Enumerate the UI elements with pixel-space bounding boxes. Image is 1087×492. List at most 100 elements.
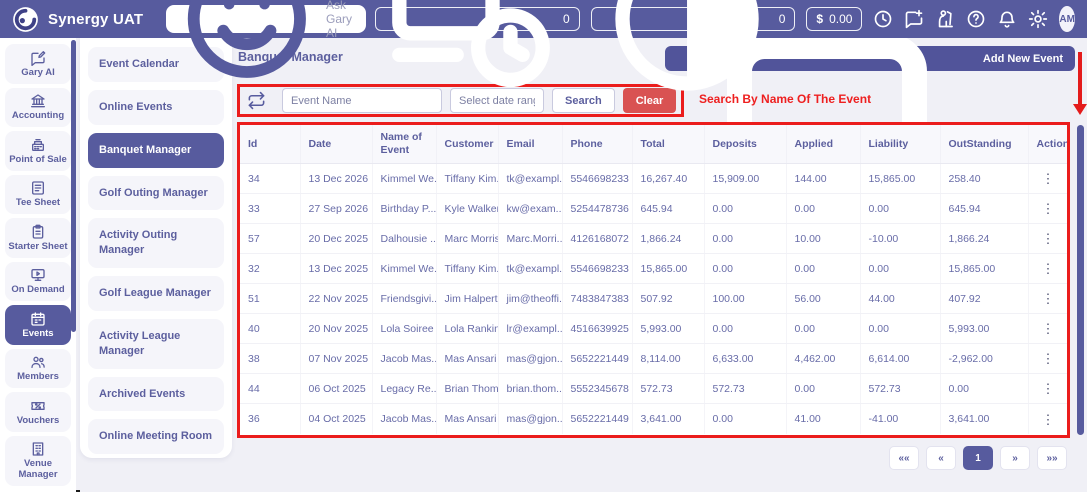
table-row[interactable]: 3213 Dec 2025Kimmel We...Tiffany Kim...t…: [240, 254, 1067, 284]
page-last-button[interactable]: »»: [1037, 446, 1067, 470]
user-avatar[interactable]: AM: [1059, 6, 1075, 32]
table-cell: 407.92: [940, 284, 1028, 314]
page-prev-button[interactable]: «: [926, 446, 956, 470]
table-cell: Mas Ansari: [436, 344, 498, 374]
orders-count-badge[interactable]: 0: [375, 7, 580, 31]
submenu-item-golf-outing-manager[interactable]: Golf Outing Manager: [88, 176, 224, 211]
table-cell: 0.00: [786, 374, 860, 404]
table-scrollbar[interactable]: [1077, 125, 1084, 435]
row-actions-button[interactable]: ⋮: [1037, 411, 1060, 428]
clock-icon[interactable]: [873, 9, 893, 29]
sidebar-item-venue-manager[interactable]: Venue Manager: [5, 436, 71, 486]
sidebar-item-gary-ai[interactable]: Gary AI: [5, 44, 71, 84]
table-row[interactable]: 4406 Oct 2025Legacy Re...Brian Thom...br…: [240, 374, 1067, 404]
cash-total-badge[interactable]: $ 0.00: [806, 7, 862, 31]
sidebar-item-tee-sheet[interactable]: Tee Sheet: [5, 175, 71, 215]
page-first-button[interactable]: ««: [889, 446, 919, 470]
table-cell: 5,993.00: [632, 314, 704, 344]
half-circle-icon: [601, 0, 773, 105]
sidebar-item-label: Point of Sale: [9, 155, 67, 166]
table-cell: 13 Dec 2025: [300, 254, 372, 284]
sidebar-item-accounting[interactable]: Accounting: [5, 88, 71, 128]
page-number-button[interactable]: 1: [963, 446, 993, 470]
table-cell-action: ⋮: [1028, 404, 1067, 434]
row-actions-button[interactable]: ⋮: [1037, 350, 1060, 367]
table-cell: -2,962.00: [940, 344, 1028, 374]
table-cell: 20 Dec 2025: [300, 224, 372, 254]
table-cell: tk@exampl...: [498, 254, 562, 284]
table-cell: 3,641.00: [632, 404, 704, 434]
table-cell: Kimmel We...: [372, 164, 436, 194]
table-row[interactable]: 3807 Nov 2025Jacob Mas...Mas Ansarimas@g…: [240, 344, 1067, 374]
help-icon[interactable]: [966, 9, 986, 29]
table-cell: 645.94: [632, 194, 704, 224]
row-actions-button[interactable]: ⋮: [1037, 170, 1060, 187]
table-cell: 0.00: [704, 224, 786, 254]
table-row[interactable]: 5720 Dec 2025Dalhousie ...Marc MorrisMar…: [240, 224, 1067, 254]
table-row[interactable]: 3413 Dec 2026Kimmel We...Tiffany Kim...t…: [240, 164, 1067, 194]
sidebar-scrollbar[interactable]: [71, 40, 76, 332]
submenu-item-online-meeting-room[interactable]: Online Meeting Room: [88, 419, 224, 454]
sidebar-item-point-of-sale[interactable]: Point of Sale: [5, 131, 71, 171]
table-row[interactable]: 3604 Oct 2025Jacob Mas...Mas Ansarimas@g…: [240, 404, 1067, 434]
column-header-total: Total: [632, 125, 704, 164]
table-cell: mas@gjon...: [498, 344, 562, 374]
sidebar-item-label: Events: [22, 329, 53, 340]
table-cell: Friendsgivi...: [372, 284, 436, 314]
caddy-icon[interactable]: [935, 9, 955, 29]
table-cell: kw@exam...: [498, 194, 562, 224]
column-header-email: Email: [498, 125, 562, 164]
sidebar-item-label: Accounting: [12, 111, 64, 122]
row-actions-button[interactable]: ⋮: [1037, 230, 1060, 247]
sidebar-item-label: Vouchers: [17, 416, 60, 427]
table-cell: 100.00: [704, 284, 786, 314]
table-cell: tk@exampl...: [498, 164, 562, 194]
row-actions-button[interactable]: ⋮: [1037, 320, 1060, 337]
sidebar-item-members[interactable]: Members: [5, 349, 71, 389]
column-header-outstanding: OutStanding: [940, 125, 1028, 164]
table-cell: 38: [240, 344, 300, 374]
submenu-item-online-events[interactable]: Online Events: [88, 90, 224, 125]
submenu-item-activity-outing-manager[interactable]: Activity Outing Manager: [88, 218, 224, 268]
sidebar-item-events[interactable]: Events: [5, 305, 71, 345]
table-cell: 32: [240, 254, 300, 284]
submenu-item-archived-events[interactable]: Archived Events: [88, 377, 224, 412]
table-cell: 36: [240, 404, 300, 434]
row-actions-button[interactable]: ⋮: [1037, 380, 1060, 397]
synergy-logo-icon: [12, 6, 39, 33]
submenu-item-golf-league-manager[interactable]: Golf League Manager: [88, 276, 224, 311]
submenu-item-activity-league-manager[interactable]: Activity League Manager: [88, 319, 224, 369]
message-plus-icon[interactable]: [904, 9, 924, 29]
sidebar-item-starter-sheet[interactable]: Starter Sheet: [5, 218, 71, 258]
page-next-button[interactable]: »: [1000, 446, 1030, 470]
table-cell: 572.73: [704, 374, 786, 404]
bell-icon[interactable]: [997, 9, 1017, 29]
sidebar-item-on-demand[interactable]: On Demand: [5, 262, 71, 302]
table-cell: 5546698233: [562, 164, 632, 194]
table-cell: Lola Soiree: [372, 314, 436, 344]
table-row[interactable]: 3327 Sep 2026Birthday P...Kyle Walkerkw@…: [240, 194, 1067, 224]
pending-count-badge[interactable]: 0: [591, 7, 796, 31]
table-row[interactable]: 5122 Nov 2025Friendsgivi...Jim Halpertji…: [240, 284, 1067, 314]
table-cell: Birthday P...: [372, 194, 436, 224]
ask-gary-ai-input[interactable]: Ask Gary AI: [166, 5, 366, 33]
table-cell: 144.00: [786, 164, 860, 194]
column-header-date: Date: [300, 125, 372, 164]
refresh-icon[interactable]: [247, 91, 266, 110]
table-cell: 15,865.00: [860, 164, 940, 194]
table-cell: Jacob Mas...: [372, 404, 436, 434]
column-header-name-of-event: Name of Event: [372, 125, 436, 164]
table-cell: 6,614.00: [860, 344, 940, 374]
table-cell: 5652221449: [562, 344, 632, 374]
gear-icon[interactable]: [1028, 9, 1048, 29]
table-cell-action: ⋮: [1028, 314, 1067, 344]
submenu-item-banquet-manager[interactable]: Banquet Manager: [88, 133, 224, 168]
row-actions-button[interactable]: ⋮: [1037, 200, 1060, 217]
pagination: «««1»»»: [889, 446, 1067, 470]
row-actions-button[interactable]: ⋮: [1037, 260, 1060, 277]
gary-ai-icon: [176, 0, 318, 90]
table-cell: Jim Halpert: [436, 284, 498, 314]
sidebar-item-vouchers[interactable]: Vouchers: [5, 392, 71, 432]
table-row[interactable]: 4020 Nov 2025Lola SoireeLola Rankinslr@e…: [240, 314, 1067, 344]
row-actions-button[interactable]: ⋮: [1037, 290, 1060, 307]
